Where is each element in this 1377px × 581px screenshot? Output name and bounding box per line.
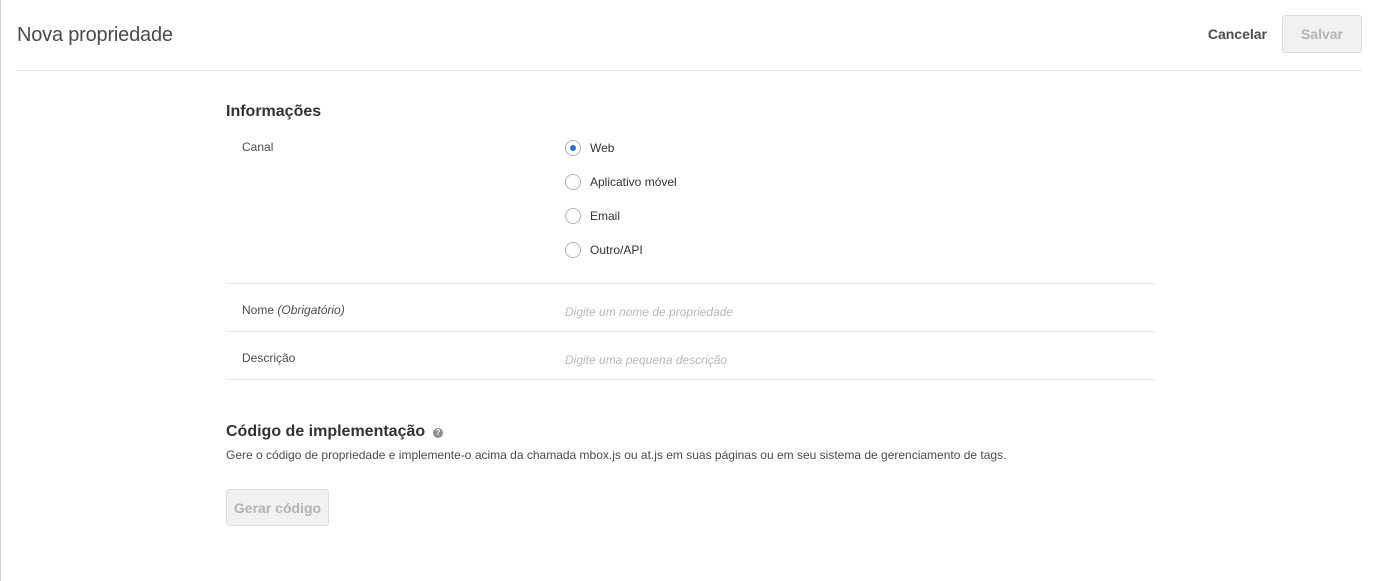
description-input[interactable] bbox=[561, 349, 1155, 371]
radio-other-api[interactable]: Outro/API bbox=[565, 241, 643, 259]
page-title: Nova propriedade bbox=[17, 24, 173, 46]
radio-email-button[interactable] bbox=[565, 208, 581, 224]
divider bbox=[226, 379, 1155, 380]
radio-web-label: Web bbox=[590, 141, 615, 155]
divider bbox=[226, 283, 1155, 284]
generate-code-button[interactable]: Gerar código bbox=[226, 489, 329, 526]
name-label: Nome (Obrigatório) bbox=[242, 303, 345, 317]
code-section-description: Gere o código de propriedade e implement… bbox=[226, 448, 1007, 462]
name-input[interactable] bbox=[561, 301, 1155, 323]
radio-mobile-app-button[interactable] bbox=[565, 174, 581, 190]
radio-email[interactable]: Email bbox=[565, 207, 620, 225]
save-button[interactable]: Salvar bbox=[1282, 15, 1362, 53]
description-label: Descrição bbox=[242, 351, 296, 365]
channel-label: Canal bbox=[242, 140, 274, 154]
info-section-title: Informações bbox=[226, 103, 322, 120]
radio-mobile-app-label: Aplicativo móvel bbox=[590, 175, 677, 189]
page-header: Nova propriedade Cancelar Salvar bbox=[17, 0, 1362, 71]
radio-mobile-app[interactable]: Aplicativo móvel bbox=[565, 173, 677, 191]
name-required-hint: (Obrigatório) bbox=[277, 303, 345, 317]
cancel-button[interactable]: Cancelar bbox=[1208, 26, 1267, 42]
radio-other-api-label: Outro/API bbox=[590, 243, 643, 257]
name-label-text: Nome bbox=[242, 303, 275, 317]
question-circle-icon[interactable]: ? bbox=[433, 428, 443, 438]
code-section-title: Código de implementação bbox=[226, 423, 426, 440]
radio-other-api-button[interactable] bbox=[565, 242, 581, 258]
new-property-page: Nova propriedade Cancelar Salvar Informa… bbox=[0, 0, 1377, 581]
radio-web-button[interactable] bbox=[565, 140, 581, 156]
radio-email-label: Email bbox=[590, 209, 621, 223]
divider bbox=[226, 331, 1155, 332]
radio-web[interactable]: Web bbox=[565, 139, 614, 157]
